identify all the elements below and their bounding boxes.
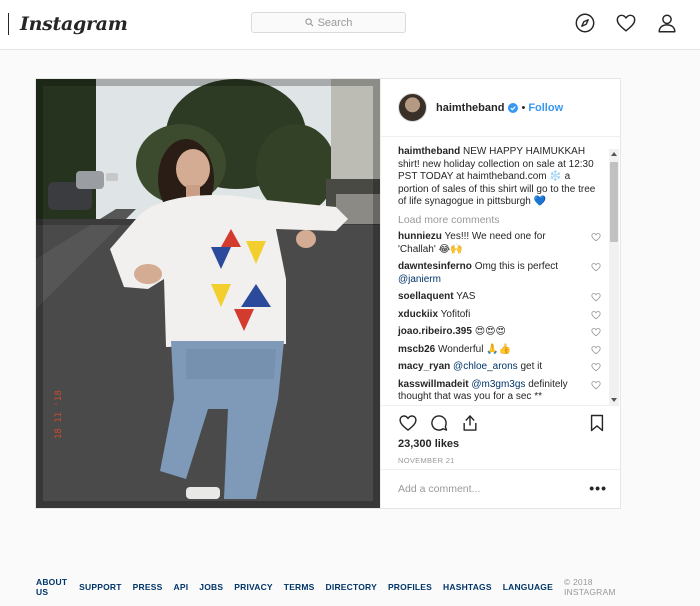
scrollbar-thumb[interactable]: [610, 162, 618, 242]
add-comment-input[interactable]: [398, 483, 568, 495]
footer: ABOUT US SUPPORT PRESS API JOBS PRIVACY …: [36, 577, 622, 597]
comment-item: dawntesinferno Omg this is perfect @jani…: [398, 261, 601, 286]
comment-username[interactable]: macy_ryan: [398, 361, 450, 372]
footer-link-privacy[interactable]: PRIVACY: [234, 582, 273, 592]
comment-item: mscb26 Wonderful 🙏👍: [398, 343, 601, 357]
post-date: NOVEMBER 21: [398, 456, 455, 465]
footer-link-support[interactable]: SUPPORT: [79, 582, 122, 592]
post-actions: 23,300 likes NOVEMBER 21: [381, 405, 621, 469]
author-username[interactable]: haimtheband: [436, 102, 504, 114]
more-options-button[interactable]: •••: [589, 481, 607, 495]
comment-item: kasswillmadeit @m3gm3gs definitely thoug…: [398, 379, 601, 404]
comment-username[interactable]: dawntesinferno: [398, 261, 472, 272]
search-icon: [304, 18, 314, 27]
like-comment-heart-icon[interactable]: [591, 380, 601, 390]
search-placeholder: Search: [317, 16, 353, 29]
footer-link-about-us[interactable]: ABOUT US: [36, 577, 68, 597]
search-box[interactable]: Search: [251, 12, 406, 33]
comments-list: haimtheband NEW HAPPY HAIMUKKAH shirt! n…: [381, 137, 621, 405]
like-comment-heart-icon[interactable]: [591, 327, 601, 337]
comment-mention[interactable]: @chloe_arons: [453, 361, 518, 372]
author-avatar[interactable]: [398, 93, 427, 122]
verified-badge-icon: [508, 102, 519, 113]
logo[interactable]: Instagram: [8, 11, 128, 37]
comments-scrollbar[interactable]: [609, 149, 619, 405]
post-photo-image: [36, 79, 380, 508]
instagram-wordmark: Instagram: [20, 13, 128, 35]
like-heart-icon[interactable]: [398, 413, 418, 433]
caption-username[interactable]: haimtheband: [398, 146, 460, 157]
comment-mention[interactable]: @janierm: [398, 274, 441, 285]
comment-item: hunniezu Yes!!! We need one for 'Challah…: [398, 231, 601, 256]
comment-item: macy_ryan @chloe_arons get it: [398, 361, 601, 374]
copyright: © 2018 INSTAGRAM: [563, 577, 616, 597]
footer-link-api[interactable]: API: [174, 582, 189, 592]
like-comment-heart-icon[interactable]: [591, 362, 601, 372]
comment-item: joao.ribeiro.395 😍😍😍: [398, 326, 601, 339]
add-comment-bar: •••: [381, 469, 621, 508]
scroll-up-arrow-icon[interactable]: [610, 151, 618, 157]
share-icon[interactable]: [460, 413, 480, 433]
like-comment-heart-icon[interactable]: [591, 232, 601, 242]
logo-divider: [8, 13, 9, 35]
follow-button[interactable]: Follow: [528, 102, 563, 114]
comment-username[interactable]: hunniezu: [398, 231, 442, 242]
footer-link-terms[interactable]: TERMS: [284, 582, 315, 592]
photo-timestamp: 18 11 '18: [54, 390, 64, 439]
comment-text: Omg this is perfect: [474, 261, 559, 272]
comment-username[interactable]: kasswillmadeit: [398, 379, 469, 390]
comment-username[interactable]: soellaquent: [398, 291, 454, 302]
comment-text: 😍😍😍: [474, 326, 506, 337]
bookmark-icon[interactable]: [587, 413, 607, 433]
footer-link-jobs[interactable]: JOBS: [199, 582, 223, 592]
comment-item: soellaquent YAS: [398, 291, 601, 304]
post-caption: haimtheband NEW HAPPY HAIMUKKAH shirt! n…: [398, 146, 599, 209]
comment-text: get it: [520, 361, 543, 372]
comment-username[interactable]: joao.ribeiro.395: [398, 326, 472, 337]
like-comment-heart-icon[interactable]: [591, 345, 601, 355]
comment-bubble-icon[interactable]: [429, 413, 449, 433]
comment-text: YAS: [456, 291, 476, 302]
load-more-comments[interactable]: Load more comments: [398, 214, 599, 227]
comment-text: Wonderful 🙏👍: [438, 343, 512, 355]
heart-icon[interactable]: [615, 12, 637, 34]
footer-link-language[interactable]: LANGUAGE: [503, 582, 553, 592]
post-photo[interactable]: 18 11 '18: [36, 79, 380, 508]
footer-link-directory[interactable]: DIRECTORY: [326, 582, 377, 592]
scroll-down-arrow-icon[interactable]: [610, 397, 618, 403]
comment-text: Yoﬁtofi: [440, 308, 471, 320]
comment-username[interactable]: mscb26: [398, 344, 435, 355]
like-comment-heart-icon[interactable]: [591, 262, 601, 272]
top-nav: Instagram Search: [0, 0, 700, 50]
footer-link-hashtags[interactable]: HASHTAGS: [443, 582, 492, 592]
comment-username[interactable]: xduckiix: [398, 309, 438, 320]
comment-mention[interactable]: @m3gm3gs: [471, 379, 525, 390]
like-comment-heart-icon[interactable]: [591, 292, 601, 302]
like-comment-heart-icon[interactable]: [591, 310, 601, 320]
profile-icon[interactable]: [656, 12, 678, 34]
compass-icon[interactable]: [574, 12, 596, 34]
footer-link-profiles[interactable]: PROFILES: [388, 582, 432, 592]
comment-item: xduckiix Yoﬁtofi: [398, 308, 601, 322]
post-header: haimtheband • Follow: [381, 79, 621, 137]
likes-count[interactable]: 23,300 likes: [398, 438, 459, 450]
action-buttons: [398, 413, 480, 433]
nav-icons: [574, 12, 678, 34]
footer-link-press[interactable]: PRESS: [133, 582, 163, 592]
post-card: 18 11 '18 haimtheband • Follow haimtheba…: [35, 78, 621, 509]
header-dot-separator: •: [521, 101, 526, 114]
post-sidebar: haimtheband • Follow haimtheband NEW HAP…: [380, 79, 621, 508]
